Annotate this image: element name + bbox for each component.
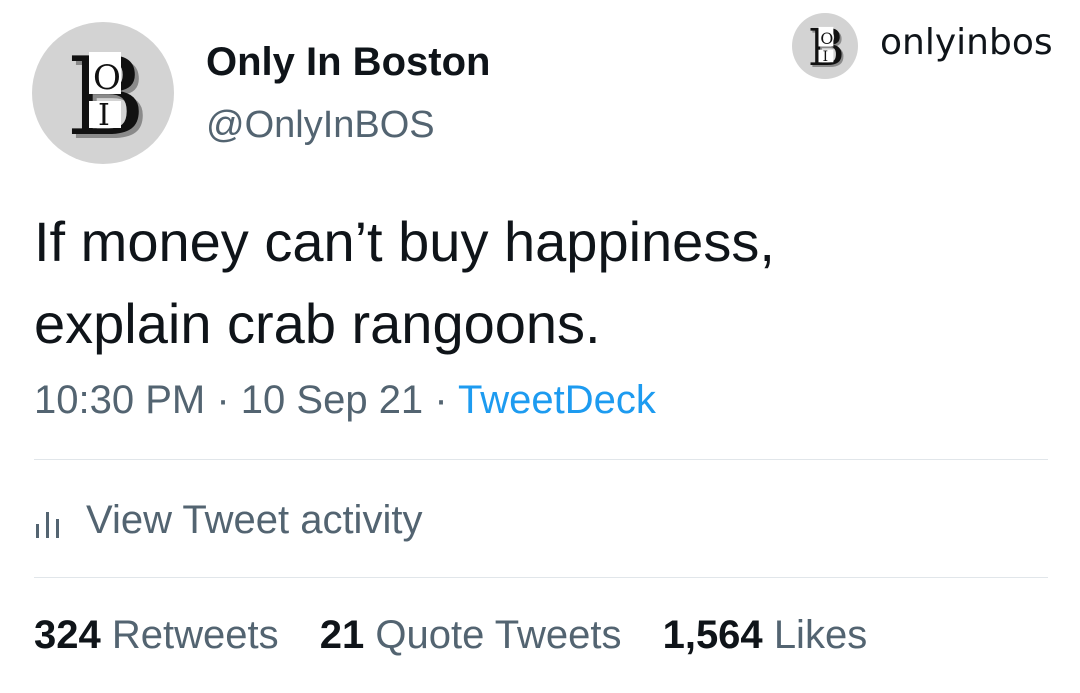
tweet-date[interactable]: 10 Sep 21 [241, 378, 423, 422]
quote-tweets-count: 21 [319, 613, 365, 657]
tweet-source-link[interactable]: TweetDeck [458, 378, 656, 422]
likes-stat[interactable]: 1,564 Likes [663, 613, 868, 657]
boston-bio-logo-icon: B B O I [808, 18, 847, 79]
watermark-username: onlyinbos [880, 21, 1053, 63]
tweet-time[interactable]: 10:30 PM [34, 378, 205, 422]
svg-text:I: I [823, 49, 829, 65]
boston-bio-logo-icon: B B O I [66, 35, 149, 164]
avatar[interactable]: B B O I [32, 22, 174, 164]
likes-label: Likes [773, 613, 868, 657]
author-display-name[interactable]: Only In Boston [206, 38, 490, 86]
svg-text:O: O [820, 29, 833, 48]
tweet-meta: 10:30 PM · 10 Sep 21 · TweetDeck [34, 375, 656, 425]
author-handle[interactable]: @OnlyInBOS [206, 102, 435, 148]
watermark: B B O I onlyinbos [792, 12, 1053, 80]
bar-chart-icon [36, 512, 59, 538]
tweet-stats: 324 Retweets 21 Quote Tweets 1,564 Likes [34, 610, 867, 660]
quote-tweets-stat[interactable]: 21 Quote Tweets [320, 613, 622, 657]
divider [34, 459, 1048, 460]
svg-text:O: O [93, 58, 121, 98]
view-tweet-activity-link[interactable]: View Tweet activity [34, 494, 422, 546]
quote-tweets-label: Quote Tweets [375, 613, 622, 657]
divider [34, 577, 1048, 578]
meta-separator: · [434, 378, 448, 422]
view-tweet-activity-label: View Tweet activity [86, 497, 423, 542]
likes-count: 1,564 [662, 613, 763, 657]
svg-text:I: I [98, 98, 110, 133]
tweet-text: If money can’t buy happiness, explain cr… [34, 210, 775, 355]
watermark-logo: B B O I [792, 13, 858, 79]
retweets-stat[interactable]: 324 Retweets [34, 613, 279, 657]
retweets-count: 324 [34, 613, 101, 657]
meta-separator: · [216, 378, 230, 422]
retweets-label: Retweets [111, 613, 279, 657]
